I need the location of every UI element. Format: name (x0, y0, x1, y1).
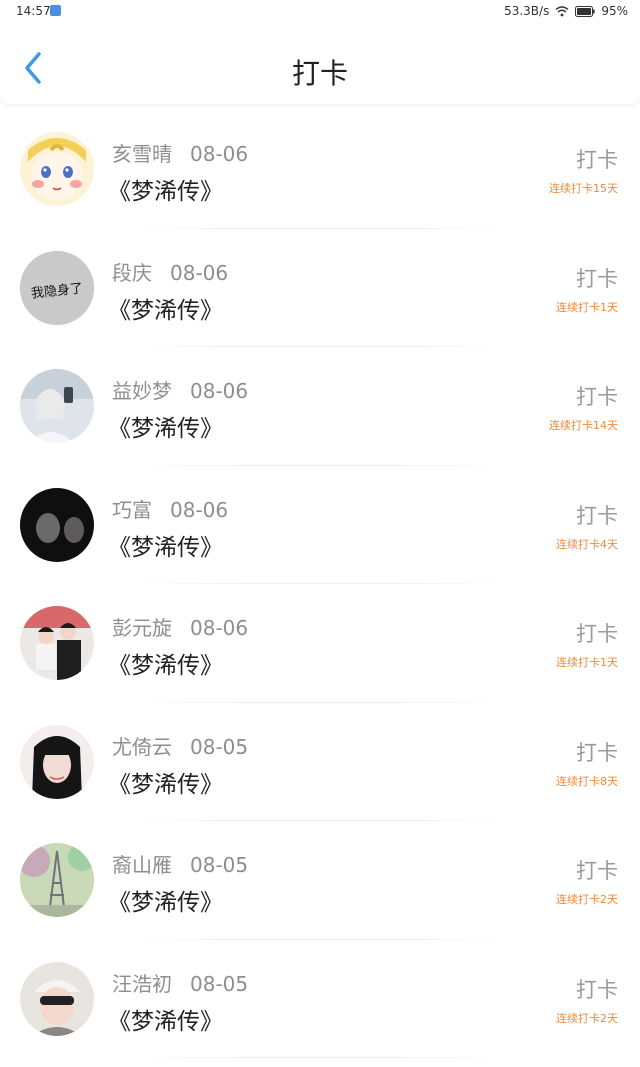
avatar[interactable] (20, 961, 94, 1036)
avatar[interactable] (20, 369, 94, 443)
user-name-row: 段庆 08-06 (112, 257, 228, 286)
user-name-row: 益妙梦 08-06 (112, 375, 248, 404)
battery-level: 95% (601, 4, 628, 18)
avatar[interactable] (20, 606, 94, 680)
avatar[interactable] (20, 487, 94, 562)
checkin-label: 打卡 (576, 977, 618, 1002)
user-name-row: 裔山雁 08-05 (112, 849, 248, 878)
streak-count: 连续打卡1天 (556, 300, 618, 314)
list-item[interactable]: 裔山雁 08-05 《梦浠传》 打卡 连续打卡2天 (0, 821, 640, 940)
checkin-date: 08-05 (190, 734, 249, 759)
user-name: 巧富 (112, 497, 152, 522)
network-speed: 53.3B/s (504, 4, 550, 18)
list-item[interactable]: 亥雪晴 08-06 《梦浠传》 打卡 连续打卡15天 (0, 110, 640, 229)
wifi-icon (555, 5, 569, 17)
book-title: 《梦浠传》 (108, 297, 223, 324)
list-item[interactable]: 我隐身了 段庆 08-06 《梦浠传》 打卡 连续打卡1天 (0, 229, 640, 347)
divider (130, 1057, 510, 1058)
avatar[interactable] (20, 843, 94, 917)
status-time: 14:57 (16, 4, 51, 18)
book-title: 《梦浠传》 (108, 653, 223, 679)
list-item[interactable]: 汪浩初 08-05 《梦浠传》 打卡 连续打卡2天 (0, 940, 640, 1058)
list-item[interactable]: 尤倚云 08-05 《梦浠传》 打卡 连续打卡8天 (0, 703, 640, 821)
book-title: 《梦浠传》 (108, 179, 223, 205)
page-title: 打卡 (291, 57, 348, 90)
battery-icon (575, 5, 595, 17)
user-name: 彭元旋 (112, 616, 172, 640)
user-name: 益妙梦 (112, 379, 172, 403)
user-name-row: 巧富 08-06 (112, 494, 228, 523)
app-header: 打卡 (0, 26, 640, 104)
streak-count: 连续打卡2天 (556, 1011, 618, 1025)
status-right: 53.3B/s 95% (504, 4, 628, 18)
user-name: 裔山雁 (112, 853, 172, 877)
user-name: 汪浩初 (112, 971, 172, 996)
checkin-label: 打卡 (576, 266, 618, 291)
user-name: 段庆 (112, 260, 152, 285)
streak-count: 连续打卡4天 (556, 537, 618, 551)
streak-count: 连续打卡15天 (549, 182, 618, 195)
user-name-row: 亥雪晴 08-06 (112, 138, 248, 167)
checkin-label: 打卡 (576, 859, 618, 883)
app-notification-icon (50, 5, 61, 16)
checkin-date: 08-06 (190, 616, 249, 640)
user-name: 尤倚云 (112, 734, 172, 759)
book-title: 《梦浠传》 (108, 890, 223, 916)
checkin-list: 亥雪晴 08-06 《梦浠传》 打卡 连续打卡15天 我隐身了 段庆 08-06 《… (0, 110, 640, 1058)
list-item[interactable]: 彭元旋 08-06 《梦浠传》 打卡 连续打卡1天 (0, 584, 640, 703)
checkin-date: 08-06 (190, 379, 249, 403)
checkin-label: 打卡 (576, 622, 618, 646)
streak-count: 连续打卡2天 (556, 893, 618, 906)
book-title: 《梦浠传》 (108, 1008, 223, 1035)
user-name-row: 彭元旋 08-06 (112, 612, 248, 641)
checkin-date: 08-06 (170, 260, 229, 285)
streak-count: 连续打卡8天 (556, 774, 618, 788)
checkin-date: 08-05 (190, 853, 249, 877)
user-name: 亥雪晴 (112, 142, 172, 166)
checkin-date: 08-06 (170, 497, 229, 522)
checkin-label: 打卡 (576, 503, 618, 528)
book-title: 《梦浠传》 (108, 771, 223, 798)
user-name-row: 汪浩初 08-05 (112, 968, 248, 997)
status-bar: 14:57 53.3B/s 95% (0, 0, 640, 24)
avatar[interactable] (20, 724, 94, 799)
book-title: 《梦浠传》 (108, 534, 223, 561)
checkin-label: 打卡 (576, 740, 618, 765)
checkin-label: 打卡 (576, 385, 618, 409)
book-title: 《梦浠传》 (108, 416, 223, 442)
streak-count: 连续打卡1天 (556, 656, 618, 669)
checkin-date: 08-06 (190, 142, 249, 166)
list-item[interactable]: 巧富 08-06 《梦浠传》 打卡 连续打卡4天 (0, 466, 640, 584)
user-name-row: 尤倚云 08-05 (112, 731, 248, 760)
list-item[interactable]: 益妙梦 08-06 《梦浠传》 打卡 连续打卡14天 (0, 347, 640, 466)
avatar[interactable] (20, 132, 94, 206)
streak-count: 连续打卡14天 (549, 419, 618, 432)
avatar[interactable]: 我隐身了 (20, 250, 94, 325)
checkin-date: 08-05 (190, 971, 249, 996)
checkin-label: 打卡 (576, 148, 618, 172)
